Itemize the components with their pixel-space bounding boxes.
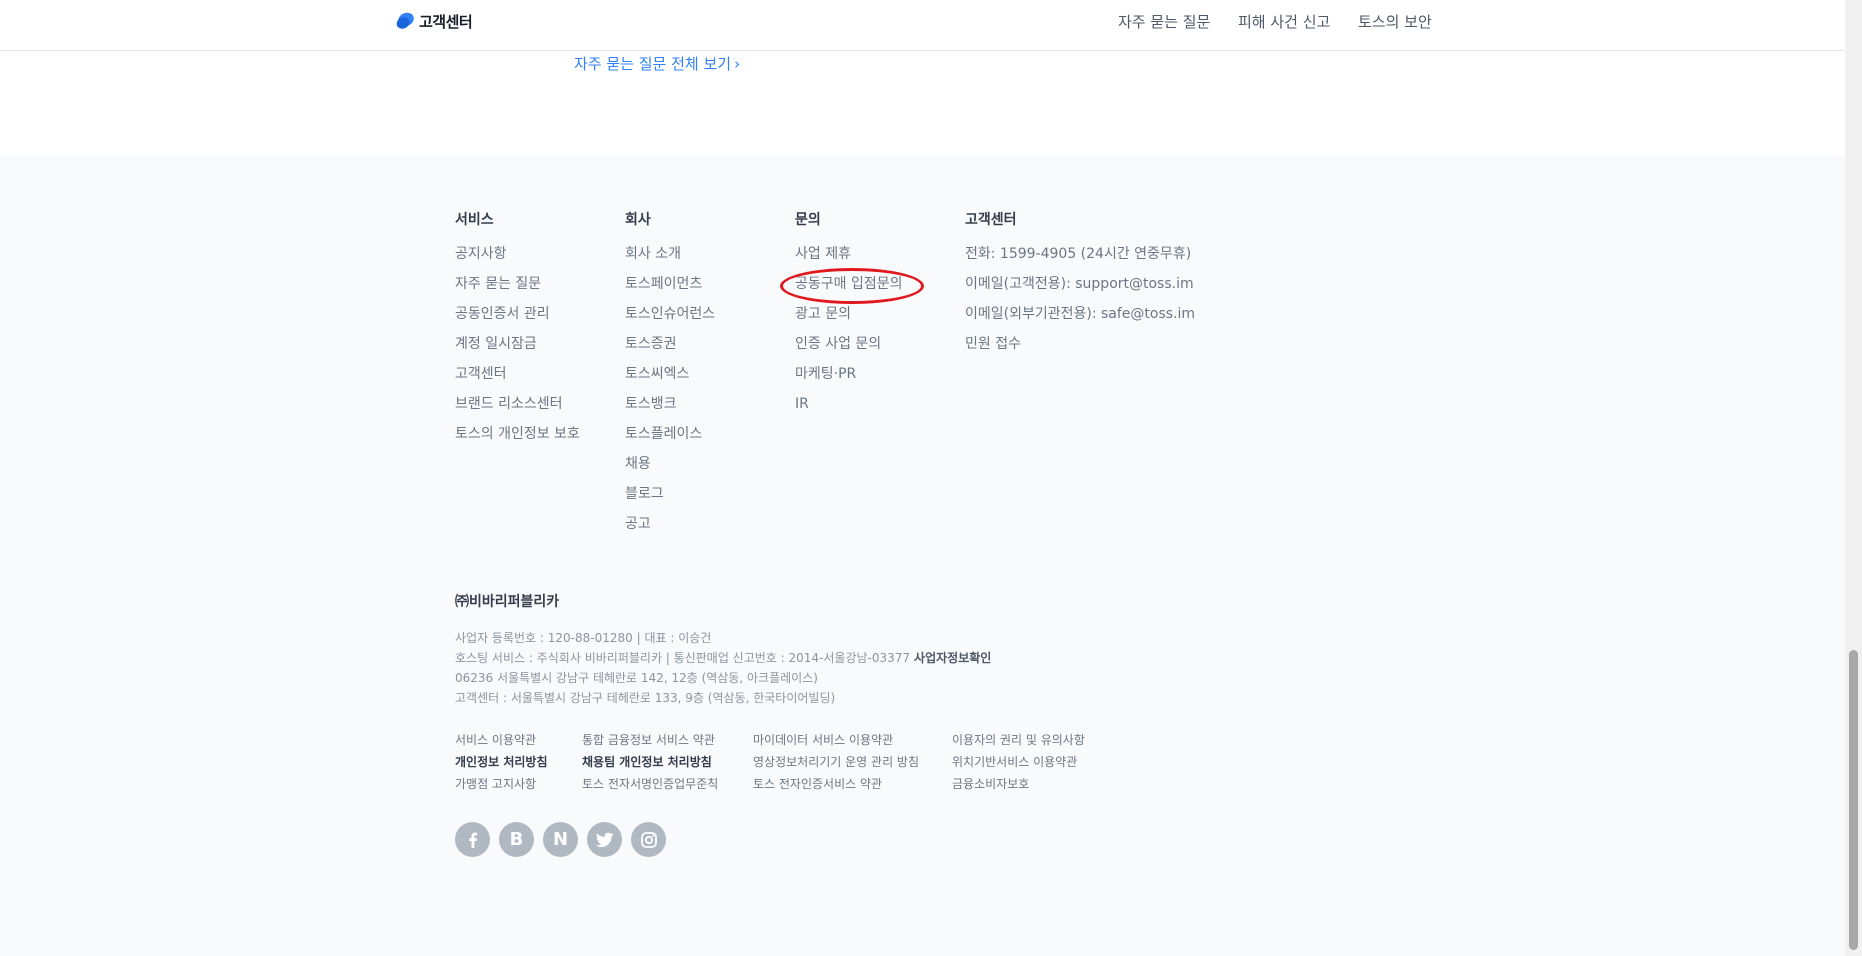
policy-column: 마이데이터 서비스 이용약관 영상정보처리기기 운영 관리 방침 토스 전자인증… bbox=[753, 729, 919, 795]
company-info-hosting: 호스팅 서비스 : 주식회사 비바리퍼블리카 | 통신판매업 신고번호 : 20… bbox=[455, 651, 911, 665]
footer-link-toss-securities[interactable]: 토스증권 bbox=[625, 334, 715, 364]
footer-link-toss-place[interactable]: 토스플레이스 bbox=[625, 424, 715, 454]
footer: 서비스 공지사항 자주 묻는 질문 공동인증서 관리 계정 일시잠금 고객센터 … bbox=[0, 156, 1862, 956]
footer-link-toss-insurance[interactable]: 토스인슈어런스 bbox=[625, 304, 715, 334]
facebook-button[interactable] bbox=[455, 822, 490, 857]
naver-icon: N bbox=[552, 828, 569, 850]
company-info: 사업자 등록번호 : 120-88-01280 | 대표 : 이승건 호스팅 서… bbox=[455, 628, 991, 708]
policy-link-privacy[interactable]: 개인정보 처리방침 bbox=[455, 751, 548, 773]
policy-column: 이용자의 권리 및 유의사항 위치기반서비스 이용약관 금융소비자보호 bbox=[952, 729, 1085, 795]
footer-link-toss-bank[interactable]: 토스뱅크 bbox=[625, 394, 715, 424]
footer-link-faq[interactable]: 자주 묻는 질문 bbox=[455, 274, 580, 304]
chevron-right-icon: › bbox=[734, 55, 741, 73]
policy-link-merchant-notice[interactable]: 가맹점 고지사항 bbox=[455, 773, 548, 795]
company-info-line: 사업자 등록번호 : 120-88-01280 | 대표 : 이승건 bbox=[455, 631, 712, 645]
footer-link-blog[interactable]: 블로그 bbox=[625, 484, 715, 514]
faq-view-all-label: 자주 묻는 질문 전체 보기 bbox=[574, 55, 732, 73]
policy-link-recruit-privacy[interactable]: 채용팀 개인정보 처리방침 bbox=[582, 751, 718, 773]
facebook-icon bbox=[468, 832, 477, 848]
instagram-icon bbox=[640, 831, 657, 848]
footer-link-careers[interactable]: 채용 bbox=[625, 454, 715, 484]
blog-icon: B bbox=[509, 828, 524, 850]
footer-link-notice[interactable]: 공지사항 bbox=[455, 244, 580, 274]
footer-link-announcements[interactable]: 공고 bbox=[625, 514, 715, 544]
social-links: B N bbox=[455, 822, 675, 857]
footer-link-partnership[interactable]: 사업 제휴 bbox=[795, 244, 903, 274]
footer-link-ir[interactable]: IR bbox=[795, 394, 903, 424]
policy-column: 통합 금융정보 서비스 약관 채용팀 개인정보 처리방침 토스 전자서명인증업무… bbox=[582, 729, 718, 795]
footer-link-marketing-pr[interactable]: 마케팅·PR bbox=[795, 364, 903, 394]
footer-link-complaint[interactable]: 민원 접수 bbox=[965, 334, 1195, 364]
policy-link-esign-rules[interactable]: 토스 전자서명인증업무준칙 bbox=[582, 773, 718, 795]
footer-link-customer-center[interactable]: 고객센터 bbox=[455, 364, 580, 394]
policy-link-cctv-policy[interactable]: 영상정보처리기기 운영 관리 방침 bbox=[753, 751, 919, 773]
footer-column-title: 서비스 bbox=[455, 212, 494, 228]
footer-link-auth-inquiry[interactable]: 인증 사업 문의 bbox=[795, 334, 903, 364]
footer-cs-phone[interactable]: 전화: 1599-4905 (24시간 연중무휴) bbox=[965, 244, 1195, 274]
company-info-line: 고객센터 : 서울특별시 강남구 테헤란로 133, 9층 (역삼동, 한국타이… bbox=[455, 691, 836, 705]
footer-link-toss-payments[interactable]: 토스페이먼츠 bbox=[625, 274, 715, 304]
faq-view-all-link[interactable]: 자주 묻는 질문 전체 보기 › bbox=[574, 53, 740, 74]
footer-link-privacy-protection[interactable]: 토스의 개인정보 보호 bbox=[455, 424, 580, 454]
footer-column-title: 고객센터 bbox=[965, 212, 1017, 228]
page-scrollbar[interactable] bbox=[1845, 0, 1862, 956]
footer-link-toss-cx[interactable]: 토스씨엑스 bbox=[625, 364, 715, 394]
policy-link-location-terms[interactable]: 위치기반서비스 이용약관 bbox=[952, 751, 1085, 773]
top-header: 고객센터 자주 묻는 질문 피해 사건 신고 토스의 보안 bbox=[0, 0, 1862, 51]
footer-column-company: 회사 회사 소개 토스페이먼츠 토스인슈어런스 토스증권 토스씨엑스 토스뱅크 … bbox=[625, 210, 715, 544]
footer-column-customer-center: 고객센터 전화: 1599-4905 (24시간 연중무휴) 이메일(고객전용)… bbox=[965, 210, 1195, 364]
nav-faq[interactable]: 자주 묻는 질문 bbox=[1118, 11, 1210, 32]
footer-link-brand-resource[interactable]: 브랜드 리소스센터 bbox=[455, 394, 580, 424]
policy-link-terms[interactable]: 서비스 이용약관 bbox=[455, 729, 548, 751]
policy-link-consumer-protection[interactable]: 금융소비자보호 bbox=[952, 773, 1085, 795]
footer-link-about[interactable]: 회사 소개 bbox=[625, 244, 715, 274]
footer-column-service: 서비스 공지사항 자주 묻는 질문 공동인증서 관리 계정 일시잠금 고객센터 … bbox=[455, 210, 580, 454]
logo-text: 고객센터 bbox=[419, 12, 473, 31]
footer-cs-email-external[interactable]: 이메일(외부기관전용): safe@toss.im bbox=[965, 304, 1195, 334]
nav-toss-security[interactable]: 토스의 보안 bbox=[1358, 11, 1432, 32]
naver-button[interactable]: N bbox=[543, 822, 578, 857]
policy-link-finance-terms[interactable]: 통합 금융정보 서비스 약관 bbox=[582, 729, 718, 751]
company-info-line: 호스팅 서비스 : 주식회사 비바리퍼블리카 | 통신판매업 신고번호 : 20… bbox=[455, 648, 991, 668]
footer-cs-email[interactable]: 이메일(고객전용): support@toss.im bbox=[965, 274, 1195, 304]
instagram-button[interactable] bbox=[631, 822, 666, 857]
policy-column: 서비스 이용약관 개인정보 처리방침 가맹점 고지사항 bbox=[455, 729, 548, 795]
scrollbar-thumb[interactable] bbox=[1849, 650, 1858, 950]
footer-column-inquiry: 문의 사업 제휴 공동구매 입점문의 광고 문의 인증 사업 문의 마케팅·PR… bbox=[795, 210, 903, 424]
policy-link-user-rights[interactable]: 이용자의 권리 및 유의사항 bbox=[952, 729, 1085, 751]
twitter-button[interactable] bbox=[587, 822, 622, 857]
footer-column-title: 문의 bbox=[795, 212, 821, 228]
policy-link-mydata-terms[interactable]: 마이데이터 서비스 이용약관 bbox=[753, 729, 919, 751]
business-info-check-link[interactable]: 사업자정보확인 bbox=[914, 651, 991, 665]
company-name: ㈜비바리퍼블리카 bbox=[455, 594, 560, 610]
footer-column-title: 회사 bbox=[625, 212, 651, 228]
logo-link[interactable]: 고객센터 bbox=[395, 10, 473, 32]
footer-link-group-buying[interactable]: 공동구매 입점문의 bbox=[795, 274, 903, 304]
toss-logo-icon bbox=[396, 12, 414, 29]
blog-button[interactable]: B bbox=[499, 822, 534, 857]
footer-link-account-lock[interactable]: 계정 일시잠금 bbox=[455, 334, 580, 364]
footer-link-ad-inquiry[interactable]: 광고 문의 bbox=[795, 304, 903, 334]
twitter-icon bbox=[595, 832, 614, 847]
policy-link-ecert-terms[interactable]: 토스 전자인증서비스 약관 bbox=[753, 773, 919, 795]
nav-report-incident[interactable]: 피해 사건 신고 bbox=[1238, 11, 1330, 32]
company-info-line: 06236 서울특별시 강남구 테헤란로 142, 12층 (역삼동, 아크플레… bbox=[455, 671, 818, 685]
footer-link-certificate[interactable]: 공동인증서 관리 bbox=[455, 304, 580, 334]
